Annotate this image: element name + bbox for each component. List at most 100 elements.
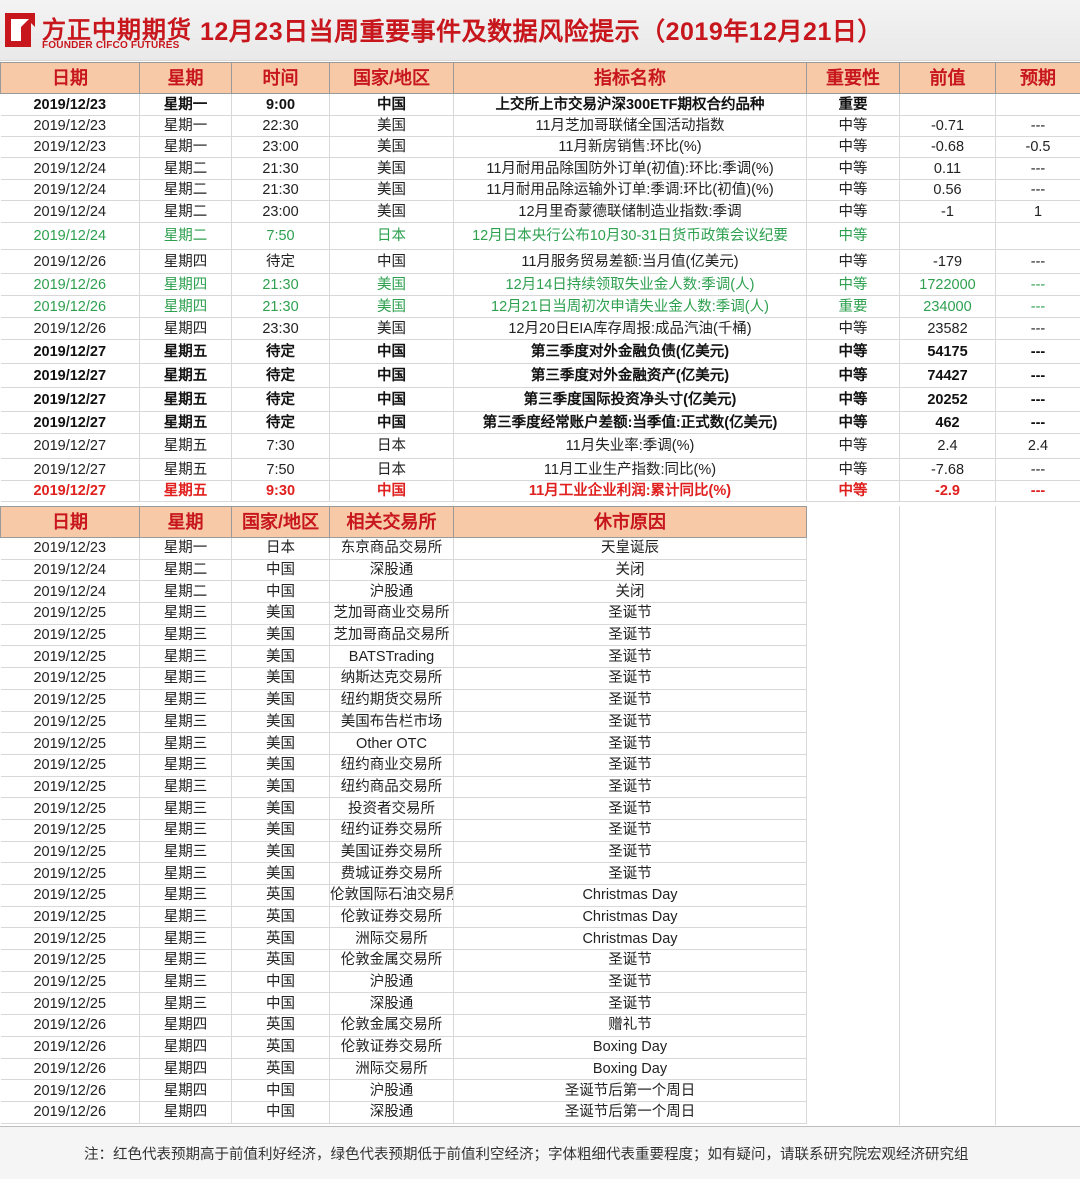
event-cell-weekday: 星期五 bbox=[140, 412, 232, 434]
closure-row: 2019/12/25星期三美国Other OTC圣诞节 bbox=[1, 733, 807, 755]
event-cell-previous: 74427 bbox=[900, 364, 996, 388]
closure-cell-reason: Boxing Day bbox=[454, 1058, 807, 1080]
closures-col-country: 国家/地区 bbox=[232, 507, 330, 538]
closure-cell-weekday: 星期三 bbox=[140, 776, 232, 798]
closure-cell-weekday: 星期四 bbox=[140, 1036, 232, 1058]
closure-cell-weekday: 星期四 bbox=[140, 1015, 232, 1037]
closure-row: 2019/12/26星期四英国洲际交易所Boxing Day bbox=[1, 1058, 807, 1080]
event-cell-forecast: --- bbox=[996, 459, 1080, 481]
closure-cell-weekday: 星期三 bbox=[140, 668, 232, 690]
event-cell-weekday: 星期四 bbox=[140, 296, 232, 318]
closure-cell-country: 英国 bbox=[232, 1058, 330, 1080]
event-row: 2019/12/26星期四21:30美国12月21日当周初次申请失业金人数:季调… bbox=[1, 296, 1080, 318]
closure-cell-weekday: 星期四 bbox=[140, 1101, 232, 1123]
event-cell-previous: -0.71 bbox=[900, 116, 996, 137]
event-cell-date: 2019/12/26 bbox=[1, 250, 140, 274]
closure-cell-country: 英国 bbox=[232, 1036, 330, 1058]
closure-cell-country: 英国 bbox=[232, 885, 330, 907]
closure-cell-exchange: 芝加哥商业交易所 bbox=[330, 603, 454, 625]
closure-cell-reason: 圣诞节 bbox=[454, 798, 807, 820]
event-cell-indicator: 11月服务贸易差额:当月值(亿美元) bbox=[454, 250, 807, 274]
event-row: 2019/12/23星期一23:00美国11月新房销售:环比(%)中等-0.68… bbox=[1, 137, 1080, 158]
event-cell-weekday: 星期五 bbox=[140, 481, 232, 502]
closure-cell-date: 2019/12/25 bbox=[1, 776, 140, 798]
closure-cell-date: 2019/12/26 bbox=[1, 1058, 140, 1080]
closure-cell-reason: 圣诞节 bbox=[454, 603, 807, 625]
closure-cell-reason: 圣诞节 bbox=[454, 733, 807, 755]
event-cell-previous: 234000 bbox=[900, 296, 996, 318]
closure-cell-reason: Christmas Day bbox=[454, 885, 807, 907]
closure-cell-date: 2019/12/25 bbox=[1, 993, 140, 1015]
event-cell-time: 9:30 bbox=[232, 481, 330, 502]
closure-cell-date: 2019/12/25 bbox=[1, 928, 140, 950]
closure-cell-country: 美国 bbox=[232, 798, 330, 820]
closure-cell-weekday: 星期二 bbox=[140, 559, 232, 581]
event-cell-country: 中国 bbox=[330, 481, 454, 502]
closure-cell-exchange: 深股通 bbox=[330, 559, 454, 581]
closure-cell-country: 美国 bbox=[232, 733, 330, 755]
closure-row: 2019/12/25星期三英国伦敦金属交易所圣诞节 bbox=[1, 950, 807, 972]
closure-row: 2019/12/26星期四英国伦敦证券交易所Boxing Day bbox=[1, 1036, 807, 1058]
closure-cell-exchange: 伦敦金属交易所 bbox=[330, 1015, 454, 1037]
event-cell-indicator: 11月耐用品除运输外订单:季调:环比(初值)(%) bbox=[454, 180, 807, 201]
closure-cell-reason: 天皇诞辰 bbox=[454, 538, 807, 560]
event-cell-country: 日本 bbox=[330, 459, 454, 481]
closure-cell-exchange: 洲际交易所 bbox=[330, 928, 454, 950]
event-cell-importance: 中等 bbox=[807, 180, 900, 201]
event-cell-previous: -179 bbox=[900, 250, 996, 274]
closure-cell-reason: 圣诞节 bbox=[454, 624, 807, 646]
closure-cell-exchange: 美国布告栏市场 bbox=[330, 711, 454, 733]
closure-cell-reason: 圣诞节 bbox=[454, 950, 807, 972]
event-cell-importance: 中等 bbox=[807, 434, 900, 459]
event-cell-importance: 中等 bbox=[807, 158, 900, 180]
events-col-indicator: 指标名称 bbox=[454, 63, 807, 94]
closure-cell-country: 美国 bbox=[232, 624, 330, 646]
closure-cell-country: 中国 bbox=[232, 1080, 330, 1102]
closure-cell-weekday: 星期三 bbox=[140, 798, 232, 820]
closure-cell-date: 2019/12/25 bbox=[1, 754, 140, 776]
closures-col-reason: 休市原因 bbox=[454, 507, 807, 538]
closure-cell-reason: 关闭 bbox=[454, 559, 807, 581]
event-row: 2019/12/27星期五7:30日本11月失业率:季调(%)中等2.42.4 bbox=[1, 434, 1080, 459]
closure-cell-date: 2019/12/25 bbox=[1, 841, 140, 863]
event-cell-weekday: 星期二 bbox=[140, 223, 232, 250]
event-cell-date: 2019/12/27 bbox=[1, 459, 140, 481]
closure-cell-reason: 圣诞节 bbox=[454, 863, 807, 885]
event-cell-importance: 中等 bbox=[807, 412, 900, 434]
closure-cell-weekday: 星期三 bbox=[140, 711, 232, 733]
closure-cell-country: 中国 bbox=[232, 993, 330, 1015]
closure-cell-weekday: 星期三 bbox=[140, 754, 232, 776]
footer-note: 注：红色代表预期高于前值利好经济，绿色代表预期低于前值利空经济；字体粗细代表重要… bbox=[84, 1143, 969, 1164]
closure-cell-country: 英国 bbox=[232, 928, 330, 950]
closure-cell-reason: 圣诞节 bbox=[454, 776, 807, 798]
closure-row: 2019/12/26星期四英国伦敦金属交易所赠礼节 bbox=[1, 1015, 807, 1037]
event-cell-importance: 中等 bbox=[807, 459, 900, 481]
event-cell-country: 美国 bbox=[330, 274, 454, 296]
event-cell-time: 7:30 bbox=[232, 434, 330, 459]
closure-cell-reason: Boxing Day bbox=[454, 1036, 807, 1058]
closure-cell-exchange: 美国证券交易所 bbox=[330, 841, 454, 863]
event-cell-date: 2019/12/24 bbox=[1, 223, 140, 250]
closure-cell-reason: 圣诞节 bbox=[454, 646, 807, 668]
event-cell-country: 日本 bbox=[330, 434, 454, 459]
closure-cell-exchange: 洲际交易所 bbox=[330, 1058, 454, 1080]
event-row: 2019/12/24星期二21:30美国11月耐用品除国防外订单(初值):环比:… bbox=[1, 158, 1080, 180]
event-cell-indicator: 11月工业生产指数:同比(%) bbox=[454, 459, 807, 481]
event-cell-country: 中国 bbox=[330, 340, 454, 364]
logo-text-en: FOUNDER CIFCO FUTURES bbox=[42, 40, 180, 51]
event-cell-forecast: --- bbox=[996, 318, 1080, 340]
event-cell-indicator: 12月里奇蒙德联储制造业指数:季调 bbox=[454, 201, 807, 223]
empty-grid-area bbox=[806, 506, 1080, 1125]
event-cell-date: 2019/12/23 bbox=[1, 137, 140, 158]
closures-table: 日期星期国家/地区相关交易所休市原因 2019/12/23星期一日本东京商品交易… bbox=[0, 506, 807, 1124]
event-cell-time: 7:50 bbox=[232, 459, 330, 481]
event-cell-forecast: --- bbox=[996, 340, 1080, 364]
event-row: 2019/12/26星期四21:30美国12月14日持续领取失业金人数:季调(人… bbox=[1, 274, 1080, 296]
closure-row: 2019/12/25星期三美国芝加哥商品交易所圣诞节 bbox=[1, 624, 807, 646]
closure-cell-exchange: 深股通 bbox=[330, 1101, 454, 1123]
closure-cell-country: 中国 bbox=[232, 559, 330, 581]
closure-row: 2019/12/25星期三美国美国布告栏市场圣诞节 bbox=[1, 711, 807, 733]
event-cell-previous: 0.56 bbox=[900, 180, 996, 201]
closure-cell-exchange: BATSTrading bbox=[330, 646, 454, 668]
event-row: 2019/12/27星期五待定中国第三季度对外金融负债(亿美元)中等54175-… bbox=[1, 340, 1080, 364]
